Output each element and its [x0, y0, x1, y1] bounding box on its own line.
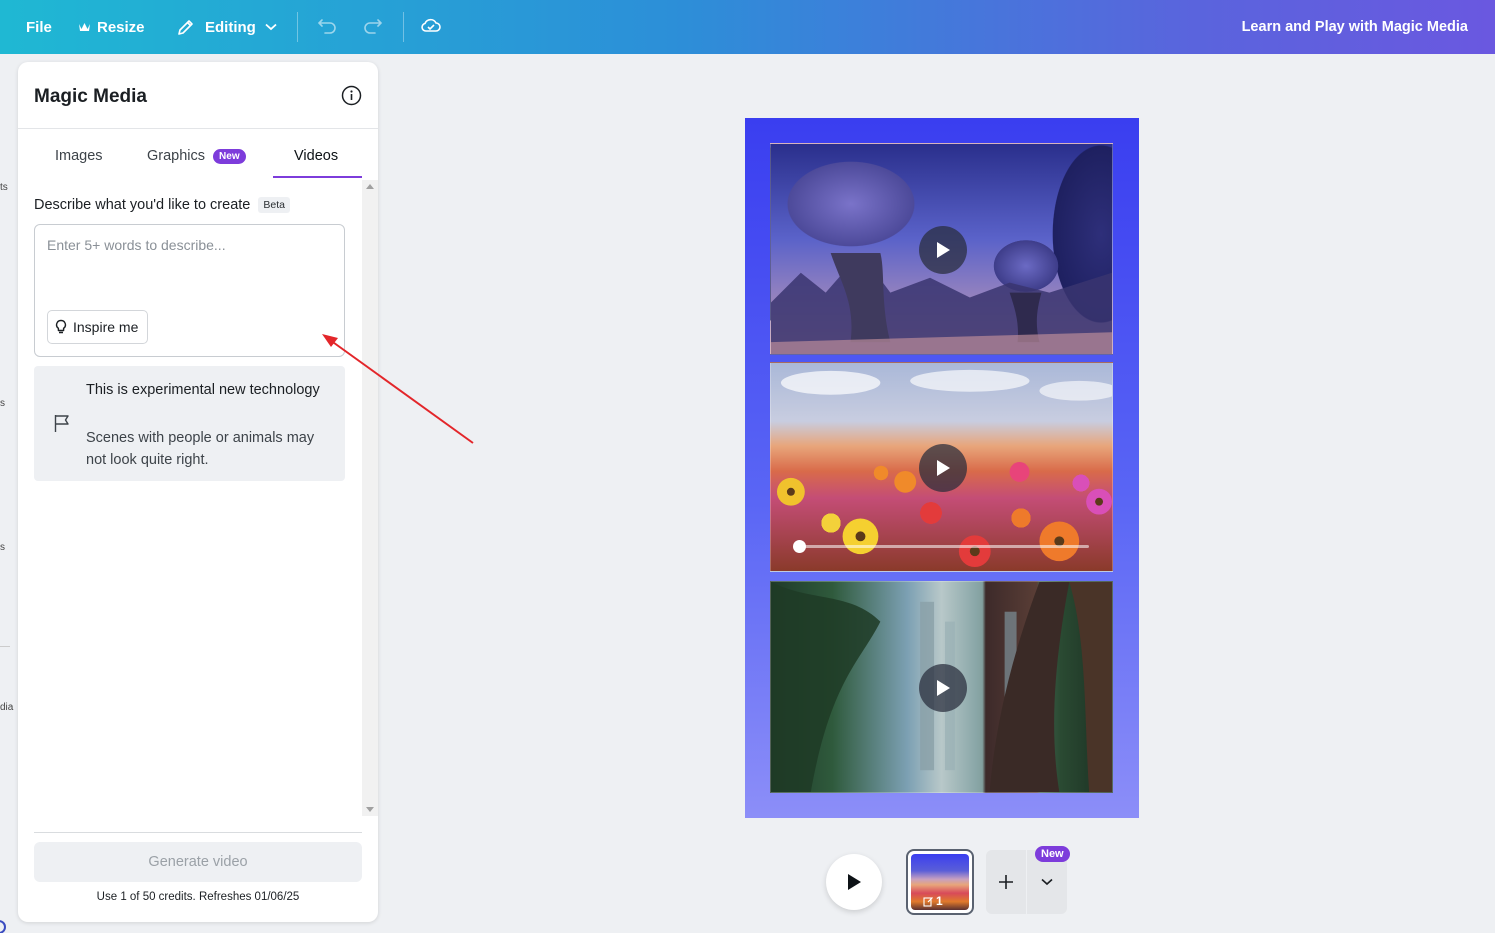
scroll-down-arrow-icon[interactable]	[366, 807, 374, 812]
active-tab-indicator	[273, 176, 362, 178]
video-progress-handle[interactable]	[793, 540, 806, 553]
page-thumbnail-preview: 1	[911, 854, 969, 910]
chevron-down-icon	[265, 23, 277, 31]
generate-video-button[interactable]: Generate video	[34, 842, 362, 882]
alien-landscape-clip[interactable]	[770, 143, 1113, 355]
magic-media-panel: Magic Media Images Graphics New Videos D…	[18, 62, 378, 922]
panel-header: Magic Media	[18, 62, 378, 129]
cloud-check-icon[interactable]	[419, 14, 443, 36]
forest-city-clip[interactable]	[770, 581, 1113, 793]
video-progress-track[interactable]	[799, 545, 1089, 548]
crown-icon	[78, 21, 91, 33]
editing-mode-button[interactable]: Editing	[176, 0, 277, 54]
inspire-me-button[interactable]: Inspire me	[47, 310, 149, 344]
rail-label-fragment: dia	[0, 702, 14, 713]
rail-divider	[0, 646, 10, 647]
flower-field-clip[interactable]	[770, 362, 1113, 572]
lightbulb-icon	[55, 319, 67, 335]
inspire-me-label: Inspire me	[73, 319, 139, 335]
play-presentation-button[interactable]	[826, 854, 882, 910]
resize-label: Resize	[97, 18, 145, 36]
panel-title: Magic Media	[34, 86, 147, 107]
edit-icon	[923, 896, 934, 907]
tab-graphics[interactable]: Graphics New	[147, 148, 246, 164]
prompt-label: Describe what you'd like to create Beta	[34, 197, 290, 213]
panel-scrollbar[interactable]	[362, 180, 378, 816]
tab-videos[interactable]: Videos	[294, 148, 338, 164]
tab-label: Images	[55, 148, 103, 164]
toolbar-divider	[403, 12, 404, 42]
page-number: 1	[936, 894, 943, 908]
media-type-tabs: Images Graphics New Videos	[18, 130, 378, 178]
resize-button[interactable]: Resize	[78, 0, 145, 54]
prompt-input[interactable]	[35, 225, 344, 305]
play-icon	[846, 873, 862, 891]
rail-avatar[interactable]	[0, 920, 6, 933]
new-badge: New	[213, 148, 246, 164]
beta-badge: Beta	[258, 197, 290, 213]
add-page-button[interactable]	[986, 850, 1026, 914]
tab-images[interactable]: Images	[55, 148, 103, 164]
file-label: File	[26, 18, 52, 36]
experimental-notice: This is experimental new technology Scen…	[34, 366, 345, 481]
editing-label: Editing	[205, 18, 256, 36]
design-title[interactable]: Learn and Play with Magic Media	[1242, 0, 1468, 54]
scroll-up-arrow-icon[interactable]	[366, 184, 374, 189]
page-thumbnail[interactable]: 1	[906, 849, 974, 915]
flag-icon	[53, 413, 71, 433]
rail-label-fragment: s	[0, 398, 5, 409]
notice-title: This is experimental new technology	[86, 382, 320, 398]
rail-label-fragment: ts	[0, 182, 8, 193]
page-number-badge: 1	[923, 894, 943, 908]
tab-label: Videos	[294, 148, 339, 164]
credits-info: Use 1 of 50 credits. Refreshes 01/06/25	[96, 891, 300, 903]
new-badge: New	[1035, 846, 1070, 862]
notice-text: Scenes with people or animals may not lo…	[86, 430, 315, 468]
chevron-down-icon	[1041, 878, 1053, 886]
footer-divider	[34, 832, 362, 833]
toolbar-divider	[297, 12, 298, 42]
prompt-label-text: Describe what you'd like to create	[34, 197, 251, 213]
plus-icon	[997, 873, 1015, 891]
pencil-icon	[176, 18, 195, 37]
prompt-box: Inspire me	[34, 224, 345, 357]
redo-icon[interactable]	[362, 14, 384, 36]
play-icon[interactable]	[919, 664, 967, 712]
info-icon[interactable]	[341, 85, 362, 106]
play-icon[interactable]	[919, 444, 967, 492]
design-page[interactable]	[745, 118, 1139, 818]
tab-label: Graphics	[147, 148, 206, 164]
rail-label-fragment: s	[0, 542, 5, 553]
file-menu-button[interactable]: File	[26, 0, 52, 54]
undo-icon[interactable]	[316, 14, 338, 36]
top-toolbar: File Resize Editing Learn and Play with …	[0, 0, 1495, 54]
play-icon[interactable]	[919, 226, 967, 274]
